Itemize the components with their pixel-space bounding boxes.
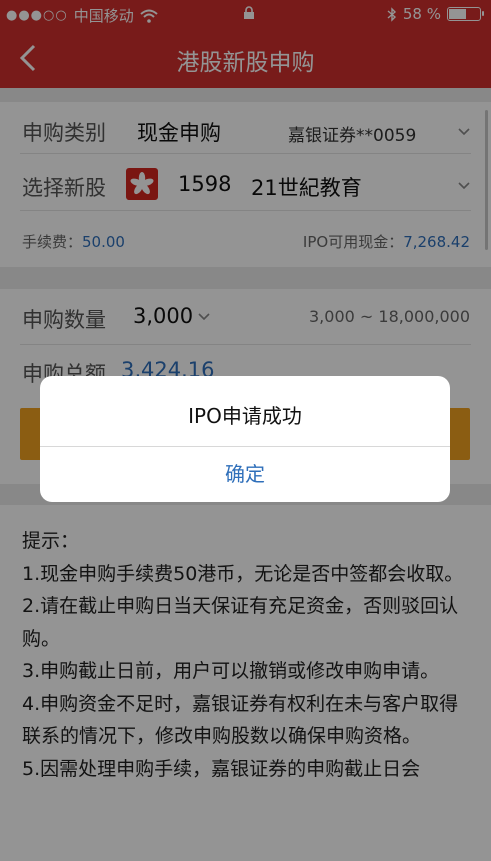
success-dialog: IPO申请成功 确定	[40, 376, 450, 502]
confirm-button[interactable]: 确定	[40, 447, 450, 502]
dialog-message: IPO申请成功	[188, 404, 302, 428]
